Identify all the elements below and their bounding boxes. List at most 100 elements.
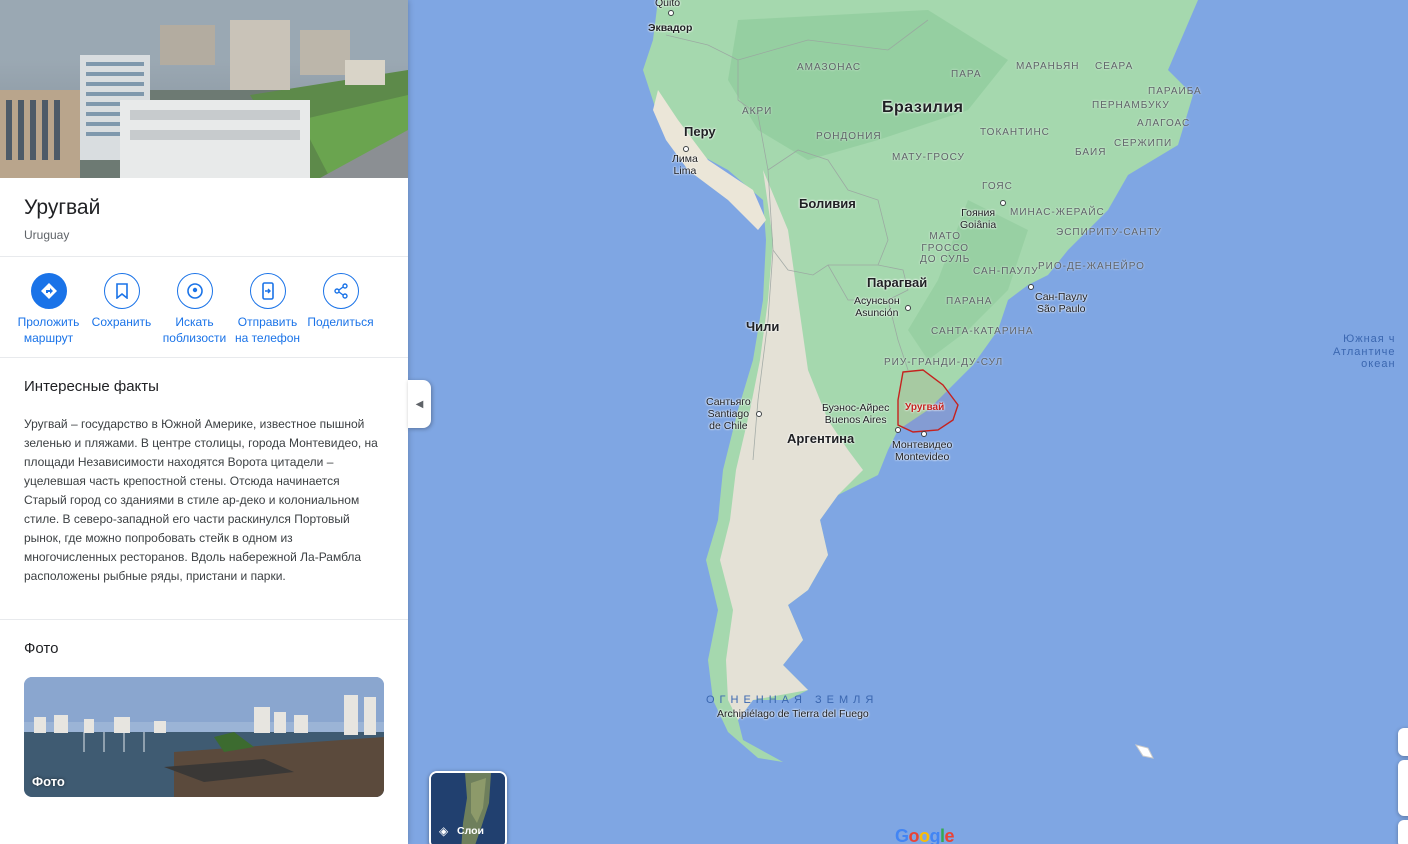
place-header: Уругвай Uruguay bbox=[0, 178, 408, 257]
label-ecuador[interactable]: Эквадор bbox=[648, 22, 692, 34]
ocean-line1: Южная ч bbox=[1343, 333, 1396, 345]
region-mato-sul-line2: ГРОССО bbox=[921, 242, 970, 254]
region-minas: МИНАС-ЖЕРАЙС bbox=[1010, 207, 1105, 218]
region-sergipe: СЕРЖИПИ bbox=[1114, 138, 1173, 149]
city-sao-paulo[interactable]: Сан-Паулу São Paulo bbox=[1035, 291, 1088, 315]
city-buenos-en: Buenos Aires bbox=[824, 414, 887, 427]
label-brazil[interactable]: Бразилия bbox=[882, 99, 964, 117]
city-goiania-ru: Гояния bbox=[961, 207, 996, 219]
city-montevideo-ru: Монтевидео bbox=[892, 439, 953, 451]
city-lima[interactable]: Лима Lima bbox=[672, 153, 698, 177]
region-paraiba: ПАРАИБА bbox=[1148, 86, 1202, 97]
app-root: Бразилия Перу Боливия Парагвай Чили Арге… bbox=[0, 0, 1408, 844]
region-alagoas: АЛАГОАС bbox=[1137, 118, 1191, 129]
ocean-line3: океан bbox=[1361, 358, 1396, 371]
region-mato-sul-line1: МАТО bbox=[929, 231, 962, 242]
city-dot-sao-paulo bbox=[1028, 284, 1034, 290]
city-dot-buenos-aires bbox=[895, 427, 901, 433]
city-santiago-en: Santiago bbox=[707, 408, 750, 421]
layers-button[interactable]: ◈ Слои bbox=[429, 771, 507, 844]
city-asuncion[interactable]: Асунсьон Asunción bbox=[854, 295, 900, 319]
directions-label: Проложить маршрут bbox=[17, 315, 80, 345]
city-asuncion-en: Asunción bbox=[855, 307, 899, 320]
facts-section: Интересные факты Уругвай – государство в… bbox=[0, 358, 408, 620]
ocean-line2: Атлантиче bbox=[1333, 345, 1396, 358]
region-mato-grosso: МАТУ-ГРОСУ bbox=[892, 152, 965, 163]
nearby-icon bbox=[176, 273, 213, 309]
city-santiago[interactable]: Сантьяго Santiago de Chile bbox=[706, 396, 751, 432]
hero-photo[interactable] bbox=[0, 0, 408, 178]
hero-image bbox=[0, 0, 408, 178]
region-tocantins: ТОКАНТИНС bbox=[980, 127, 1050, 138]
label-bolivia[interactable]: Боливия bbox=[799, 196, 856, 212]
city-dot-goiania bbox=[1000, 200, 1006, 206]
city-dot-quito bbox=[668, 10, 674, 16]
facts-title: Интересные факты bbox=[24, 378, 159, 395]
share-icon bbox=[322, 273, 359, 309]
label-uruguay-selected[interactable]: Уругвай bbox=[905, 402, 944, 414]
region-acre: АКРИ bbox=[742, 106, 773, 117]
action-bar: Проложить маршрут Сохранить Искать побли… bbox=[0, 257, 408, 358]
label-tierra-del-fuego-ru: ОГНЕННАЯ ЗЕМЛЯ bbox=[706, 694, 879, 706]
city-montevideo[interactable]: Монтевидео Montevideo bbox=[892, 439, 952, 463]
region-parana: ПАРАНА bbox=[946, 296, 993, 307]
map-control-bottom[interactable] bbox=[1398, 820, 1408, 844]
photo-thumbnail bbox=[24, 677, 384, 797]
facts-text: Уругвай – государство в Южной Америке, и… bbox=[24, 417, 378, 583]
label-argentina[interactable]: Аргентина bbox=[787, 431, 854, 447]
region-goias: ГОЯС bbox=[982, 181, 1013, 192]
send-to-phone-button[interactable]: Отправить на телефон bbox=[231, 273, 304, 347]
region-santa-catarina: САНТА-КАТАРИНА bbox=[931, 326, 1034, 337]
place-title: Уругвай bbox=[24, 196, 101, 219]
chevron-left-icon: ◀ bbox=[415, 398, 424, 410]
share-button[interactable]: Поделиться bbox=[304, 273, 377, 347]
photos-title: Фото bbox=[24, 640, 59, 657]
falkland-islands bbox=[1134, 744, 1154, 759]
map-canvas[interactable]: Бразилия Перу Боливия Парагвай Чили Арге… bbox=[408, 0, 1408, 844]
city-lima-ru: Лима bbox=[672, 153, 698, 165]
map-zoom-control[interactable] bbox=[1398, 760, 1408, 816]
city-dot-lima bbox=[683, 146, 689, 152]
city-montevideo-en: Montevideo bbox=[895, 451, 950, 464]
nearby-label: Искать поблизости bbox=[162, 315, 227, 345]
region-rio: РИО-ДЕ-ЖАНЕЙРО bbox=[1038, 261, 1145, 272]
directions-button[interactable]: Проложить маршрут bbox=[12, 273, 85, 347]
city-dot-santiago bbox=[756, 411, 762, 417]
city-buenos-aires[interactable]: Буэнос-Айрес Buenos Aires bbox=[822, 402, 889, 426]
place-panel: Уругвай Uruguay Проложить маршрут Сохран… bbox=[0, 0, 408, 844]
region-ceara: СЕАРА bbox=[1095, 61, 1134, 72]
map-graphic bbox=[643, 0, 1198, 762]
city-buenos-ru: Буэнос-Айрес bbox=[822, 402, 890, 414]
layers-label: Слои bbox=[457, 825, 484, 837]
map-control-top[interactable] bbox=[1398, 728, 1408, 756]
nearby-button[interactable]: Искать поблизости bbox=[158, 273, 231, 347]
label-tierra-del-fuego-es: Archipiélago de Tierra del Fuego bbox=[717, 708, 869, 720]
label-chile[interactable]: Чили bbox=[746, 319, 779, 335]
photo-card[interactable]: Фото bbox=[24, 677, 384, 797]
save-button[interactable]: Сохранить bbox=[85, 273, 158, 347]
photo-card-caption: Фото bbox=[32, 774, 65, 789]
city-sao-paulo-en: São Paulo bbox=[1037, 303, 1086, 316]
region-mato-grosso-sul: МАТО ГРОССО ДО СУЛЬ bbox=[920, 231, 970, 266]
save-label: Сохранить bbox=[91, 315, 152, 329]
region-bahia: БАИЯ bbox=[1075, 147, 1107, 158]
region-espirito: ЭСПИРИТУ-САНТУ bbox=[1056, 227, 1162, 238]
region-rio-grande: РИУ-ГРАНДИ-ДУ-СУЛ bbox=[884, 357, 1004, 368]
google-logo: Google bbox=[895, 826, 955, 844]
city-asuncion-ru: Асунсьон bbox=[854, 295, 900, 307]
photos-section: Фото Фото bbox=[0, 620, 408, 817]
bookmark-icon bbox=[103, 273, 140, 309]
city-quito[interactable]: Quito bbox=[655, 0, 680, 9]
label-paraguay[interactable]: Парагвай bbox=[867, 275, 927, 291]
city-dot-montevideo bbox=[921, 431, 927, 437]
send-to-phone-label: Отправить на телефон bbox=[234, 315, 301, 345]
city-dot-asuncion bbox=[905, 305, 911, 311]
city-goiania[interactable]: Гояния Goiânia bbox=[960, 207, 996, 231]
region-amazonas: АМАЗОНАС bbox=[797, 62, 862, 73]
label-peru[interactable]: Перу bbox=[684, 124, 716, 140]
city-sao-paulo-ru: Сан-Паулу bbox=[1035, 291, 1088, 303]
layers-icon: ◈ bbox=[439, 824, 449, 838]
collapse-panel-button[interactable]: ◀ bbox=[408, 380, 431, 428]
share-label: Поделиться bbox=[307, 315, 374, 329]
region-maranhao: МАРАНЬЯН bbox=[1016, 61, 1080, 72]
